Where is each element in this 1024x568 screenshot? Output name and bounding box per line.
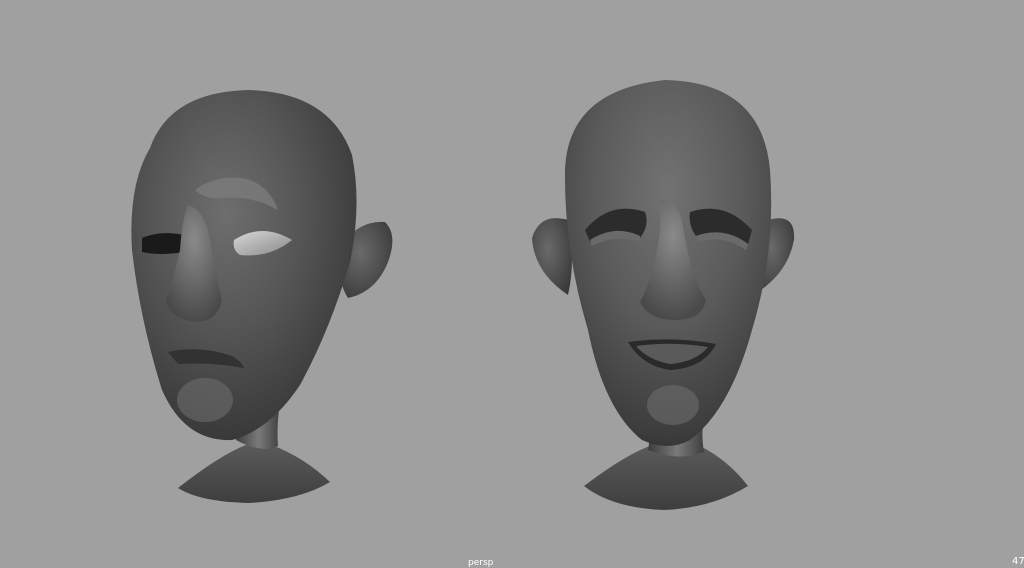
- right-head-ear-left: [532, 218, 572, 295]
- left-head-eye-socket-dark: [142, 233, 185, 254]
- left-head-face: [131, 90, 357, 441]
- left-head-base: [178, 445, 330, 503]
- viewport-scene[interactable]: [0, 0, 1024, 568]
- right-head-base: [584, 446, 748, 510]
- left-head-chin: [177, 378, 233, 422]
- right-head-chin: [647, 385, 699, 425]
- head-model-right[interactable]: [532, 80, 795, 510]
- viewport-corner-readout: 47: [1012, 556, 1024, 567]
- head-model-left[interactable]: [131, 90, 393, 503]
- persp-viewport[interactable]: persp 47: [0, 0, 1024, 568]
- camera-name-label: persp: [468, 558, 494, 568]
